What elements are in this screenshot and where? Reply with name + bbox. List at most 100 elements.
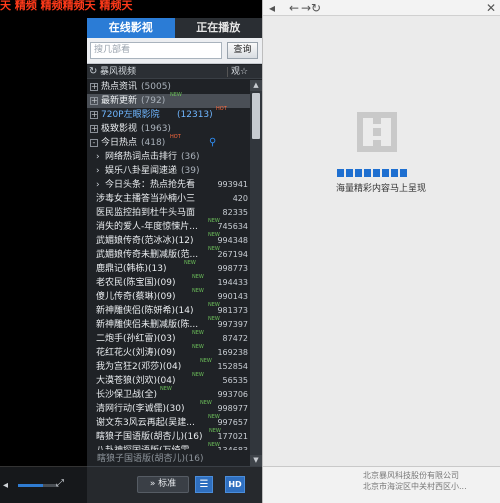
list-item[interactable]: 涉毒女主播答当孙楠小三 420 (87, 192, 250, 206)
list-item-label: 武媚娘传奇(范冰冰)(12) (96, 236, 194, 246)
list-item[interactable]: 新神雕侠侣(陈妍希)(14) NEW 981373 (87, 302, 250, 318)
expand-icon[interactable]: + (90, 97, 98, 105)
list-item-label: 二炮手(孙红雷)(03) (96, 334, 176, 344)
list-item[interactable]: 长沙保卫战(全) NEW 993706 (87, 386, 250, 402)
fullscreen-icon[interactable]: ⤢ (56, 478, 64, 489)
list-item[interactable]: 武媚娘传奇未删减版(范... NEW 267194 (87, 246, 250, 262)
list-view-button[interactable]: ☰ (195, 476, 213, 493)
new-badge: NEW (170, 92, 182, 98)
new-badge: NEW (200, 400, 212, 406)
expand-icon[interactable]: + (90, 83, 98, 91)
item-count: (39) (181, 166, 200, 176)
expand-icon[interactable]: + (90, 125, 98, 133)
list-item-label: 清网行动(李诚儒)(30) (96, 404, 185, 414)
play-count: 177021 (217, 432, 248, 441)
chevron-right-icon: › (96, 166, 100, 176)
list-item-label: 新神雕侠侣(陈妍希)(14) (96, 306, 194, 316)
chevron-right-icon: › (96, 180, 100, 190)
tab-now-playing[interactable]: 正在播放 (174, 18, 262, 38)
play-count: 997397 (217, 320, 248, 329)
play-count: 994348 (217, 236, 248, 245)
close-icon[interactable]: ✕ (484, 1, 498, 15)
play-count: 169238 (217, 348, 248, 357)
list-item[interactable]: 武媚娘传奇(范冰冰)(12) NEW 994348 (87, 232, 250, 248)
right-footer: 北京暴风科技股份有限公司 北京市海淀区中关村西区小... (263, 466, 500, 503)
play-count: 420 (232, 194, 248, 203)
browser-toolbar: ◂ ← → ↻ ✕ (263, 0, 500, 16)
play-count: 998977 (217, 404, 248, 413)
refresh-page-icon[interactable]: ↻ (309, 1, 323, 15)
search-bar: 搜几部看 查询 (87, 38, 262, 64)
right-panel: ◂ ← → ↻ ✕ 海量精彩内容马上呈现 北京暴风科技股份有限公司 北京市海淀区… (262, 0, 500, 503)
divider (227, 67, 228, 77)
play-count: 997657 (217, 418, 248, 427)
item-count: (792) (141, 96, 166, 106)
list-item-label: 谢文东3风云再起(吴建... (96, 418, 195, 428)
list-item-label: 今日热点 (101, 138, 138, 148)
back-icon[interactable]: ◂ (265, 1, 279, 15)
list-item[interactable]: 瞎狼子国语版(胡杏儿)(16) NEW 177021 (87, 428, 250, 444)
hd-button[interactable]: HD (225, 476, 245, 493)
list-item[interactable]: 鹿鼎记(韩栋)(13) NEW 998773 (87, 260, 250, 276)
scroll-up-icon[interactable]: ▲ (250, 80, 262, 91)
list-item-label: 720P左眼影院 (101, 110, 160, 120)
subcategory-row[interactable]: › 今日头条：热点抢先看 993941 (87, 178, 250, 192)
list-item-label: 最新更新 (101, 96, 138, 106)
category-row[interactable]: + 极致影视 (1963) (87, 122, 250, 136)
item-count: (418) (141, 138, 166, 148)
library-bottom-bar: » 标准 ☰ HD (87, 466, 262, 503)
category-row[interactable]: + 热点资讯 (5005) (87, 80, 250, 94)
list-item-label: 新神雕侠侣未删减版(陈... (96, 320, 199, 330)
collapse-icon[interactable]: - (90, 139, 98, 147)
list-item[interactable]: 医民监控拍到杜牛头马面 82335 (87, 206, 250, 220)
standard-mode-button[interactable]: » 标准 (137, 476, 189, 493)
category-row[interactable]: - 今日热点 (418) HOT ⚲ (87, 134, 250, 150)
list-item-label: 傻儿传奇(蔡琳)(09) (96, 292, 176, 302)
play-count: 152854 (217, 362, 248, 371)
list-item[interactable]: 新神雕侠侣未删减版(陈... NEW 997397 (87, 316, 250, 332)
hot-badge: HOT (170, 134, 181, 140)
hot-badge: HOT (216, 106, 227, 112)
scroll-thumb[interactable] (252, 93, 260, 139)
list-item-partial[interactable]: 瞎狼子国语版(胡杏儿)(16) (97, 452, 247, 466)
search-button[interactable]: 查询 (227, 42, 258, 59)
video-area[interactable] (0, 0, 87, 465)
list-item[interactable]: 八卦神探国语版(万绮雯...NEW134683 (87, 442, 250, 450)
play-count: 993706 (217, 390, 248, 399)
list-item-label: 热点资讯 (101, 82, 138, 92)
scroll-down-icon[interactable]: ▼ (250, 455, 262, 466)
item-count: (1963) (141, 124, 171, 134)
list-item[interactable]: 老农民(陈宝国)(09) NEW 194433 (87, 274, 250, 290)
list-item[interactable]: 二炮手(孙红雷)(03) NEW 87472 (87, 330, 250, 346)
expand-icon[interactable]: + (90, 111, 98, 119)
tab-online-video[interactable]: 在线影视 (87, 18, 175, 38)
item-count: (36) (181, 152, 200, 162)
play-count: 990143 (217, 292, 248, 301)
search-input[interactable]: 搜几部看 (90, 42, 222, 59)
list-item-label: 长沙保卫战(全) (96, 390, 158, 400)
refresh-icon[interactable]: ↻ (89, 65, 99, 79)
view-mode-toggle[interactable]: 观☆ (231, 65, 248, 79)
subcategory-row[interactable]: › 网络热词点击排行 (36) (87, 150, 250, 164)
new-badge: NEW (200, 358, 212, 364)
volume-icon[interactable]: ◂ (3, 480, 8, 491)
list-item-label: 我为宫狂2(邓莎)(04) (96, 362, 182, 372)
list-item[interactable]: 消失的爱人-年度惊悚片... NEW 745634 (87, 218, 250, 234)
list-item[interactable]: 我为宫狂2(邓莎)(04) NEW 152854 (87, 358, 250, 374)
list-item-label: 网络热词点击排行 (105, 152, 178, 162)
category-row[interactable]: +720P左眼影院 (12313) HOT (87, 106, 250, 122)
footer-line-1: 北京暴风科技股份有限公司 (363, 471, 459, 480)
search-icon[interactable]: ⚲ (209, 136, 216, 150)
new-badge: NEW (184, 260, 196, 266)
list-item[interactable]: 傻儿传奇(蔡琳)(09) NEW 990143 (87, 288, 250, 304)
loading-text: 海量精彩内容马上呈现 (336, 184, 427, 194)
subcategory-row[interactable]: › 娱乐八卦星闻速递 (39) (87, 164, 250, 178)
list-item[interactable]: 清网行动(李诚儒)(30) NEW 998977 (87, 400, 250, 416)
media-library-panel: 在线影视 正在播放 搜几部看 查询 ↻ 暴风视频 观☆ + 热点资讯 (5005) +… (87, 18, 262, 466)
library-header: ↻ 暴风视频 观☆ (87, 65, 262, 79)
volume-slider[interactable] (18, 484, 58, 487)
list-item[interactable]: 谢文东3风云再起(吴建... NEW 997657 (87, 414, 250, 430)
list-item[interactable]: 花红花火(刘涛)(09) NEW 169238 (87, 344, 250, 360)
list-item-label: 瞎狼子国语版(胡杏儿)(16) (96, 432, 203, 442)
list-scrollbar[interactable]: ▲ ▼ (250, 80, 262, 466)
